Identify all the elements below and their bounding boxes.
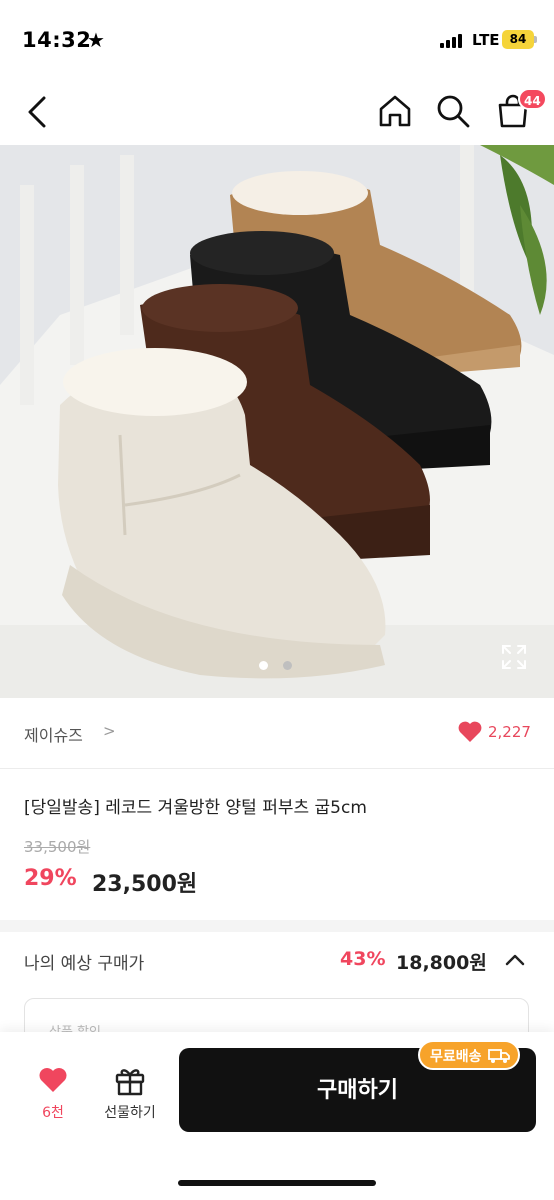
truck-icon bbox=[487, 1049, 510, 1063]
chevron-up-icon[interactable] bbox=[504, 950, 526, 970]
expected-discount: 43% bbox=[340, 948, 386, 970]
discount-rate: 29% bbox=[24, 866, 77, 891]
seller-name[interactable]: 제이슈즈 bbox=[24, 722, 83, 746]
section-divider bbox=[0, 920, 554, 932]
gallery-pagination bbox=[259, 661, 299, 671]
product-image-gallery[interactable] bbox=[0, 145, 554, 698]
battery-icon: 84 bbox=[502, 30, 534, 49]
likes-count: 2,227 bbox=[488, 723, 531, 741]
gift-label[interactable]: 선물하기 bbox=[82, 1102, 178, 1122]
product-photo bbox=[0, 145, 554, 698]
chevron-right-icon[interactable]: > bbox=[103, 722, 116, 740]
pagination-dot-active bbox=[259, 661, 268, 670]
search-icon[interactable] bbox=[434, 92, 472, 130]
expected-price: 18,800원 bbox=[396, 952, 487, 974]
network-label: LTE bbox=[472, 31, 500, 49]
free-shipping-badge: 무료배송 bbox=[418, 1040, 520, 1070]
product-title: [당일발송] 레코드 겨울방한 양털 퍼부츠 굽5cm bbox=[24, 798, 367, 818]
gift-icon[interactable] bbox=[113, 1063, 147, 1097]
heart-icon[interactable] bbox=[457, 720, 483, 744]
pagination-dot bbox=[283, 661, 292, 670]
battery-cap bbox=[534, 36, 537, 43]
original-price: 33,500원 bbox=[24, 838, 91, 856]
expected-price-label: 나의 예상 구매가 bbox=[24, 954, 145, 974]
home-indicator bbox=[178, 1180, 376, 1186]
signal-icon bbox=[440, 34, 466, 48]
wishlist-heart-icon[interactable] bbox=[38, 1066, 68, 1094]
free-shipping-label: 무료배송 bbox=[430, 1049, 482, 1065]
status-time: 14:32 bbox=[22, 28, 92, 52]
sale-price: 23,500원 bbox=[92, 872, 198, 897]
status-bar: 14:32 ★ LTE 84 bbox=[0, 0, 554, 80]
divider bbox=[0, 768, 554, 769]
top-nav: 44 bbox=[0, 80, 554, 144]
expand-icon[interactable] bbox=[500, 643, 528, 671]
home-icon[interactable] bbox=[376, 92, 414, 130]
star-icon: ★ bbox=[87, 28, 105, 52]
back-arrow-icon[interactable] bbox=[20, 92, 54, 132]
cart-count-badge: 44 bbox=[518, 88, 547, 110]
